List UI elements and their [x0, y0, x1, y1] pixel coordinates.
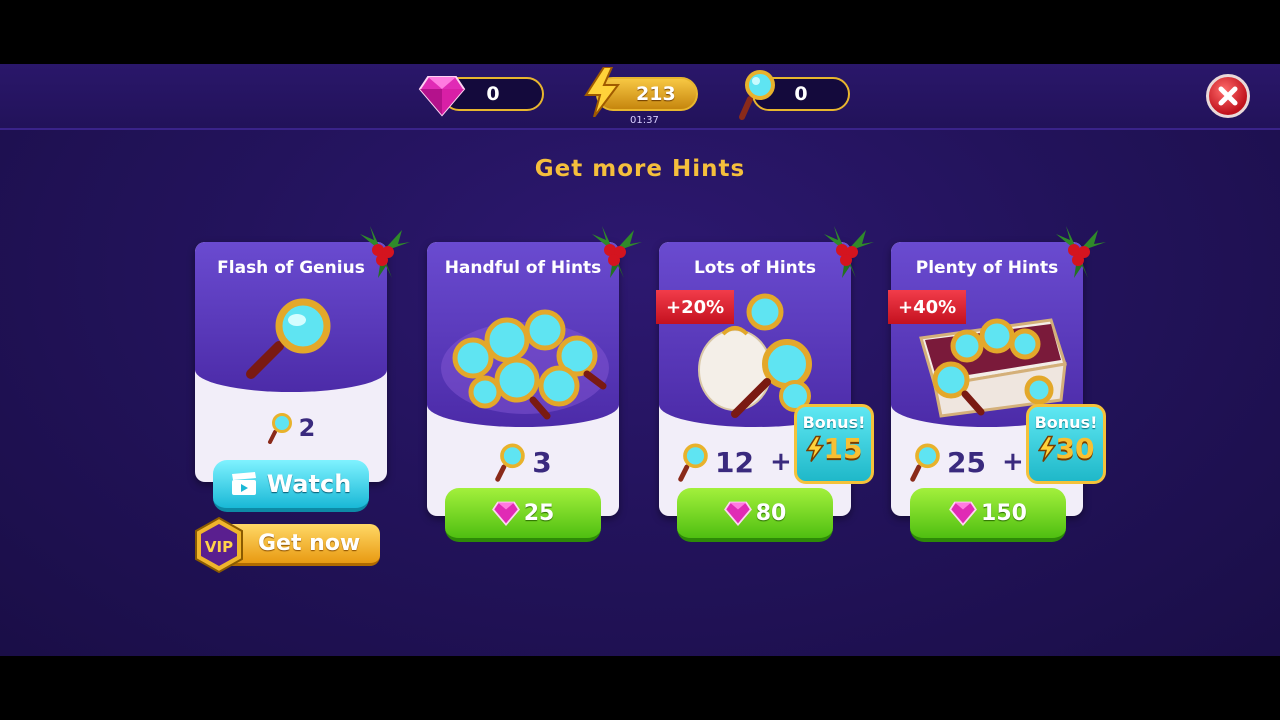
currency-bar: 0 213 0 01:37: [0, 64, 1280, 130]
game-screen: 0 213 0 01:37 Get more Hints Flash of Ge…: [0, 64, 1280, 656]
hint-amount-value: 25: [947, 445, 986, 479]
buy-button-lots[interactable]: 80: [677, 488, 833, 542]
bonus-amount: 30: [1055, 432, 1095, 465]
bonus-percent-ribbon: +20%: [656, 290, 735, 324]
watch-label: Watch: [266, 470, 352, 498]
vip-badge-icon: VIP: [195, 516, 243, 574]
magnifier-icon: [739, 70, 775, 120]
holly-decoration-icon: [1056, 226, 1106, 278]
buy-button-handful[interactable]: 25: [445, 488, 601, 542]
magnifier-art: [246, 298, 331, 379]
price-value: 25: [523, 500, 555, 526]
bonus-value: 30: [1029, 432, 1103, 465]
magnifier-icon: [678, 443, 708, 482]
price-value: 150: [981, 500, 1027, 526]
bonus-energy-badge: Bonus! 15: [794, 404, 874, 484]
offer-card-handful-of-hints: Handful of Hints 3: [427, 242, 619, 516]
gem-icon: [418, 76, 466, 117]
holly-decoration-icon: [360, 226, 410, 278]
bonus-amount: 15: [823, 432, 863, 465]
gems-counter[interactable]: 0: [418, 75, 548, 117]
page-title: Get more Hints: [534, 156, 746, 182]
gem-icon: [491, 501, 520, 526]
lightning-icon: [1037, 435, 1056, 462]
gem-icon: [949, 501, 977, 526]
bonus-energy-badge: Bonus! 30: [1026, 404, 1106, 484]
lightning-icon: [805, 435, 824, 462]
hint-amount-value: 2: [298, 414, 316, 442]
bonus-percent-ribbon: +40%: [888, 290, 967, 324]
holly-decoration-icon: [592, 226, 642, 278]
holly-decoration-icon: [824, 226, 874, 278]
energy-timer: 01:37: [630, 115, 659, 126]
plus-sign: +: [1001, 447, 1024, 477]
magnifier-pile-art: [441, 309, 609, 420]
clapperboard-icon: [231, 472, 256, 495]
hints-counter[interactable]: 0: [738, 70, 852, 120]
magnifier-icon: [267, 413, 292, 444]
energy-counter[interactable]: 213: [584, 67, 700, 117]
close-button[interactable]: [1206, 74, 1250, 118]
hint-amount-value: 12: [715, 445, 754, 479]
vip-label: Get now: [258, 531, 361, 556]
price-value: 80: [755, 500, 787, 526]
hint-amount: 3: [427, 442, 619, 482]
bonus-value: 15: [797, 432, 871, 465]
buy-button-plenty[interactable]: 150: [910, 488, 1066, 542]
vip-badge-text: VIP: [205, 538, 233, 556]
hint-amount-value: 3: [532, 445, 552, 479]
magnifier-icon: [910, 443, 940, 482]
watch-ad-button[interactable]: Watch: [213, 460, 369, 512]
gem-icon: [723, 501, 752, 526]
close-icon: [1218, 86, 1238, 106]
hint-amount: 2: [195, 412, 387, 444]
bonus-label: Bonus!: [802, 413, 866, 432]
bonus-label: Bonus!: [1034, 413, 1098, 432]
lightning-icon: [584, 67, 620, 117]
plus-sign: +: [769, 447, 792, 477]
magnifier-icon: [495, 443, 526, 482]
